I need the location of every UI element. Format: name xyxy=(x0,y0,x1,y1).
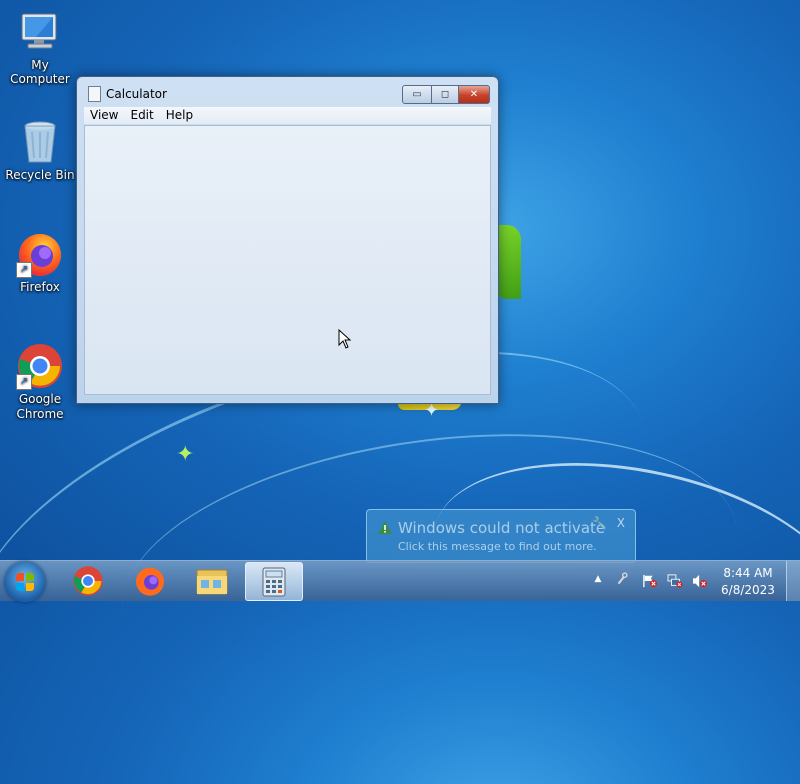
desktop-icon-my-computer[interactable]: My Computer xyxy=(0,8,80,86)
system-clock[interactable]: 8:44 AM 6/8/2023 xyxy=(720,565,776,599)
warning-icon xyxy=(378,521,392,534)
menu-help[interactable]: Help xyxy=(160,107,199,124)
taskbar-chrome[interactable] xyxy=(60,562,116,599)
windows-logo-icon xyxy=(16,573,34,591)
start-button[interactable] xyxy=(5,562,45,602)
desktop-icon-label: Google Chrome xyxy=(16,392,64,421)
menu-edit[interactable]: Edit xyxy=(124,107,159,124)
calculator-client-area xyxy=(84,125,491,395)
title-bar[interactable]: Calculator ▭ ◻ ✕ xyxy=(77,77,498,107)
chrome-icon xyxy=(73,565,103,596)
shortcut-arrow-icon: ↗ xyxy=(16,374,32,390)
desktop-icon-firefox[interactable]: ↗ Firefox xyxy=(0,230,80,294)
recycle-bin-icon xyxy=(16,118,64,166)
desktop-icon-google-chrome[interactable]: ↗ Google Chrome xyxy=(0,342,80,422)
maximize-button[interactable]: ◻ xyxy=(432,85,459,104)
notification-message: Click this message to find out more. xyxy=(398,540,597,553)
calculator-window[interactable]: Calculator ▭ ◻ ✕ View Edit Help xyxy=(76,76,499,404)
action-center-flag-icon[interactable] xyxy=(642,574,658,588)
taskbar-firefox[interactable] xyxy=(122,562,178,599)
minimize-button[interactable]: ▭ xyxy=(402,85,432,104)
window-controls: ▭ ◻ ✕ xyxy=(402,85,490,104)
mouse-cursor-icon xyxy=(338,329,352,349)
desktop-icon-recycle-bin[interactable]: Recycle Bin xyxy=(0,118,80,182)
taskbar: ▲ 8:44 AM 6/8/2023 xyxy=(0,560,800,602)
chrome-icon: ↗ xyxy=(16,342,64,390)
notification-title: Windows could not activate xyxy=(398,519,606,537)
desktop-icon-label: My Computer xyxy=(10,58,70,86)
taskbar-explorer[interactable] xyxy=(184,562,240,599)
wallpaper-logo-green xyxy=(497,225,521,299)
show-desktop-button[interactable] xyxy=(786,561,800,601)
wrench-icon[interactable] xyxy=(614,571,630,585)
network-icon[interactable] xyxy=(667,574,683,588)
menu-bar: View Edit Help xyxy=(84,107,491,124)
close-button[interactable]: ✕ xyxy=(459,85,490,104)
computer-icon xyxy=(16,8,64,56)
taskbar-calculator[interactable] xyxy=(245,562,303,601)
show-hidden-icons-button[interactable]: ▲ xyxy=(590,574,606,588)
clock-date: 6/8/2023 xyxy=(721,583,775,597)
calculator-icon xyxy=(88,86,101,102)
menu-view[interactable]: View xyxy=(84,107,124,124)
window-title: Calculator xyxy=(106,87,167,101)
speaker-muted-icon[interactable] xyxy=(692,574,708,588)
firefox-icon: ↗ xyxy=(16,230,64,278)
calculator-icon xyxy=(262,567,286,596)
firefox-icon xyxy=(136,567,164,596)
shortcut-arrow-icon: ↗ xyxy=(16,262,32,278)
wrench-icon[interactable]: 🔧 xyxy=(592,516,607,530)
desktop-icon-label: Recycle Bin xyxy=(5,168,75,182)
wallpaper-sparkle: ✦ xyxy=(176,442,195,467)
clock-time: 8:44 AM xyxy=(723,566,773,580)
desktop-icon-label: Firefox xyxy=(20,280,60,294)
folder-icon xyxy=(196,569,228,594)
activation-notification[interactable]: Windows could not activate Click this me… xyxy=(366,509,636,563)
notification-close-button[interactable]: X xyxy=(617,516,625,530)
